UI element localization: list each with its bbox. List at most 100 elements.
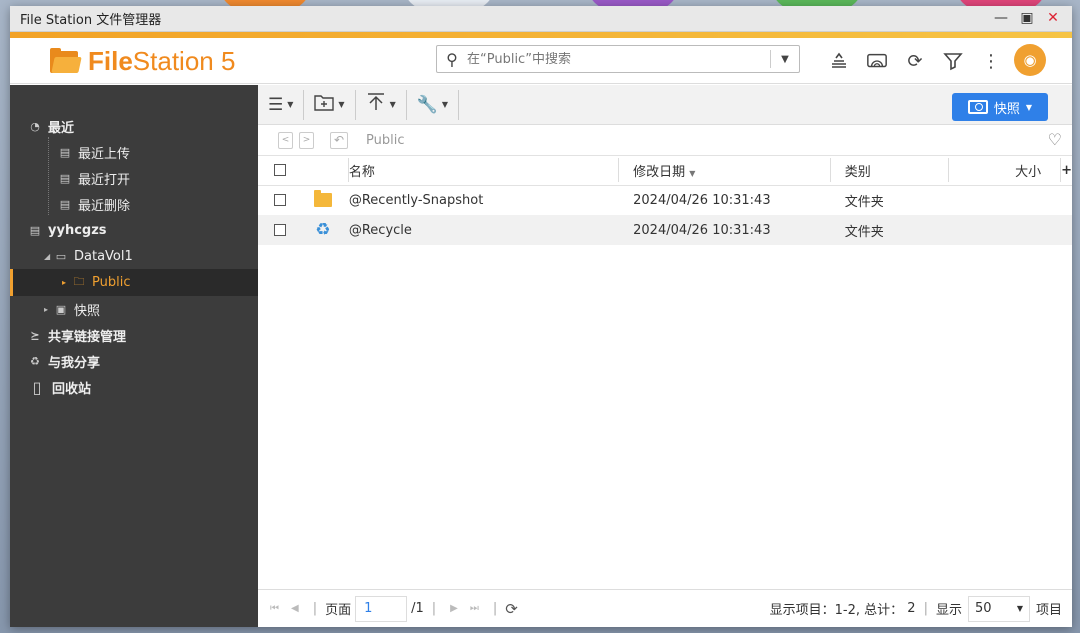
- current-path: Public: [366, 132, 405, 148]
- minimize-icon[interactable]: —: [994, 10, 1008, 26]
- search-input[interactable]: [467, 51, 770, 67]
- user-badge-icon[interactable]: ◉: [1014, 44, 1046, 76]
- clock-icon: ◔: [30, 119, 40, 133]
- title-bar: File Station 文件管理器 — ▣ ✕: [10, 6, 1072, 32]
- wrench-icon: 🔧: [416, 94, 438, 115]
- prev-page-button[interactable]: ◀: [291, 603, 299, 614]
- file-type: 文件夹: [830, 215, 950, 245]
- add-column-button[interactable]: +: [1061, 156, 1072, 186]
- refresh-icon[interactable]: ⟳: [904, 50, 926, 72]
- window-title: File Station 文件管理器: [20, 13, 162, 28]
- file-name[interactable]: @Recycle: [348, 215, 620, 245]
- sidebar-item-snapshot[interactable]: ▸ ▣ 快照: [10, 296, 258, 322]
- close-icon[interactable]: ✕: [1046, 10, 1060, 26]
- maximize-icon[interactable]: ▣: [1020, 10, 1034, 26]
- first-page-button[interactable]: ⏮: [270, 603, 279, 614]
- logo-text-bold: File: [88, 46, 133, 76]
- items-label: 显示项目：: [769, 603, 835, 618]
- items-total: 2: [907, 601, 916, 616]
- parent-folder-button[interactable]: ↶: [330, 131, 348, 149]
- upload-icon: [366, 93, 386, 116]
- file-modified: 2024/04/26 10:31:43: [633, 192, 771, 208]
- page-label: 页面: [325, 603, 352, 618]
- chevron-down-icon: ▼: [1025, 102, 1033, 112]
- table-row[interactable]: ♻ @Recycle 2024/04/26 10:31:43 文件夹: [258, 215, 1072, 245]
- column-name[interactable]: 名称: [348, 156, 620, 186]
- search-options-dropdown[interactable]: ▼: [771, 54, 799, 65]
- list-icon: ▤: [59, 171, 71, 185]
- sidebar-item-share-links[interactable]: ⪰ 共享链接管理: [10, 322, 258, 348]
- filter-icon[interactable]: [942, 50, 964, 72]
- back-button[interactable]: <: [278, 131, 293, 149]
- snapshot-button[interactable]: 快照 ▼: [952, 93, 1048, 121]
- view-mode-button[interactable]: ☰ ▼: [258, 89, 305, 120]
- recycle-icon: ♻: [315, 220, 331, 240]
- sidebar-item-recent[interactable]: ◔ 最近: [10, 113, 258, 139]
- sidebar: ◔ 最近 ▤ 最近上传 ▤ 最近打开 ▤ 最近删除 ▤ yyhcgzs ◢ ▭: [10, 85, 258, 627]
- sidebar-item-datavol1[interactable]: ◢ ▭ DataVol1: [10, 243, 258, 269]
- list-icon: ▤: [59, 197, 71, 211]
- folder-icon: 🗀: [73, 275, 85, 288]
- collapsed-arrow-icon[interactable]: ▸: [62, 278, 72, 287]
- select-all-checkbox[interactable]: [274, 164, 286, 177]
- row-checkbox[interactable]: [274, 194, 286, 207]
- column-type[interactable]: 类别: [830, 156, 950, 186]
- sidebar-item-recycle-bin[interactable]: ▯ 回收站: [10, 374, 258, 400]
- path-bar: < > ↶ Public ♡: [258, 125, 1072, 156]
- sidebar-item-recent-upload[interactable]: ▤ 最近上传: [10, 139, 258, 165]
- collapsed-arrow-icon[interactable]: ▸: [44, 305, 54, 314]
- app-logo: FileStation 5: [50, 46, 235, 77]
- toolbar: ☰ ▼ ▼ ▼ 🔧 ▼ 快照 ▼: [258, 85, 1072, 125]
- file-size: [949, 185, 1061, 215]
- display-label: 显示: [935, 603, 962, 618]
- file-table: 名称 修改日期 ▼ 类别 大小 + @Recently-Snapshot 202…: [258, 156, 1072, 245]
- logo-text-rest: Station 5: [132, 46, 236, 76]
- server-icon: ▤: [29, 223, 41, 237]
- list-view-icon: ☰: [268, 94, 284, 115]
- app-header: FileStation 5 ⚲ ▼ ⟳ ⋮ ◉: [10, 38, 1072, 84]
- forward-button[interactable]: >: [299, 131, 314, 149]
- last-page-button[interactable]: ⏭: [470, 603, 479, 614]
- row-checkbox[interactable]: [274, 224, 286, 236]
- column-size[interactable]: 大小: [949, 156, 1062, 186]
- new-folder-icon: [314, 93, 335, 116]
- file-station-window: File Station 文件管理器 — ▣ ✕ FileStation 5 ⚲…: [10, 6, 1072, 627]
- trash-icon: ▯: [32, 377, 42, 397]
- search-box[interactable]: ⚲ ▼: [436, 45, 800, 73]
- sidebar-item-public[interactable]: ▸ 🗀 Public: [10, 269, 258, 296]
- page-number-input[interactable]: [355, 595, 408, 622]
- share-icon: ⪰: [30, 328, 40, 342]
- sort-desc-icon: ▼: [689, 168, 696, 178]
- page-total: /1: [411, 601, 424, 616]
- camera-icon: ▣: [55, 302, 67, 316]
- folder-icon: [313, 190, 332, 208]
- cast-icon[interactable]: [866, 50, 888, 72]
- sidebar-item-shared-with-me[interactable]: ♻ 与我分享: [10, 348, 258, 374]
- heart-icon[interactable]: ♡: [1048, 130, 1062, 149]
- shared-icon: ♻: [30, 354, 40, 368]
- create-button[interactable]: ▼: [304, 89, 356, 120]
- more-vert-icon[interactable]: ⋮: [980, 50, 1002, 72]
- sidebar-item-recent-open[interactable]: ▤ 最近打开: [10, 165, 258, 191]
- expanded-arrow-icon[interactable]: ◢: [44, 252, 54, 261]
- next-page-button[interactable]: ▶: [450, 603, 458, 614]
- upload-button[interactable]: ▼: [356, 89, 407, 120]
- reload-icon[interactable]: ⟳: [505, 600, 518, 618]
- stack-icon[interactable]: [828, 50, 850, 72]
- sidebar-item-recent-delete[interactable]: ▤ 最近删除: [10, 191, 258, 217]
- sidebar-item-host[interactable]: ▤ yyhcgzs: [10, 217, 258, 243]
- file-size: [949, 215, 1062, 245]
- file-type: 文件夹: [844, 194, 884, 210]
- file-name[interactable]: @Recently-Snapshot: [349, 185, 619, 215]
- items-range: 1-2, 总计：: [834, 603, 904, 618]
- table-row[interactable]: @Recently-Snapshot 2024/04/26 10:31:43 文…: [258, 185, 1072, 215]
- list-icon: ▤: [59, 145, 71, 159]
- file-modified: 2024/04/26 10:31:43: [619, 215, 831, 245]
- per-page-select[interactable]: 50 ▼: [967, 595, 1030, 622]
- main-panel: ☰ ▼ ▼ ▼ 🔧 ▼ 快照 ▼ < > ↶ Public ♡ 名称 修改日期 …: [258, 85, 1072, 627]
- folder-logo-icon: [50, 47, 82, 73]
- tools-button[interactable]: 🔧 ▼: [407, 89, 460, 120]
- status-bar: ⏮ ◀ | 页面 /1 | ▶ ⏭ | ⟳ 显示项目： 1-2, 总计： 2 |…: [258, 589, 1072, 627]
- column-modified[interactable]: 修改日期 ▼: [619, 156, 831, 186]
- per-page-suffix: 项目: [1035, 603, 1062, 618]
